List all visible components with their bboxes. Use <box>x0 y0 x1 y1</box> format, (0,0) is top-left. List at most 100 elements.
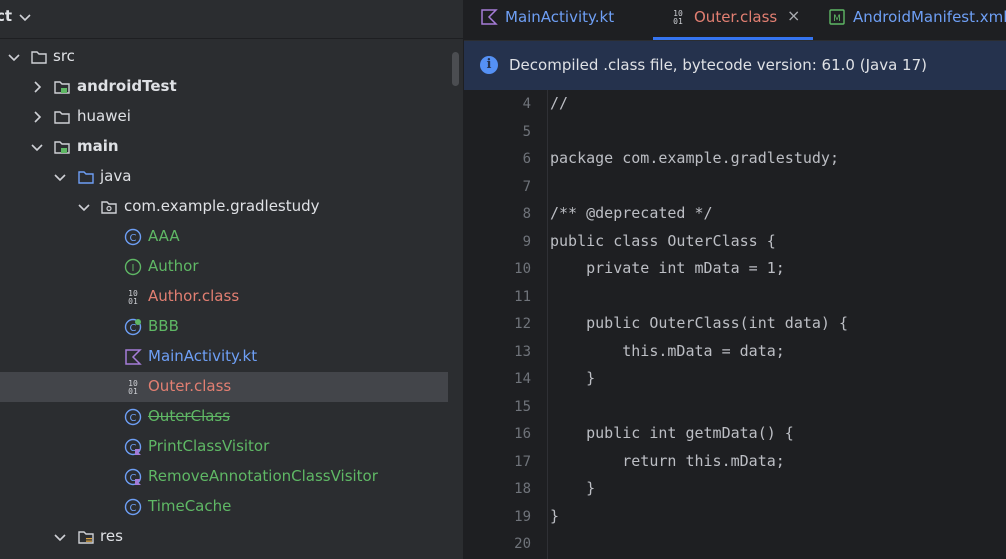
tree-item-label: Author.class <box>148 287 240 305</box>
chevron-down-icon[interactable] <box>53 170 67 184</box>
kotlin-file-icon <box>481 9 498 25</box>
tree-item-outerclass[interactable]: C OuterClass <box>0 402 448 432</box>
binary-class-icon: 1001 <box>128 289 138 306</box>
tree-item-label: Outer.class <box>148 377 232 395</box>
tree-item-aaa[interactable]: C AAA <box>0 222 448 252</box>
tree-item-outer-class[interactable]: 10 01 Outer.class <box>0 372 448 402</box>
code-line[interactable]: public class OuterClass { <box>550 232 776 250</box>
editor-tabs: MainActivity.kt 10 01 Outer.class × M And… <box>464 0 1006 41</box>
line-number: 8 <box>522 206 531 222</box>
tree-item-res[interactable]: res <box>0 522 448 552</box>
tree-item-label: java <box>100 167 132 185</box>
binary-class-icon: 1001 <box>128 379 138 396</box>
class-icon: C <box>124 468 142 486</box>
code-line[interactable]: private int mData = 1; <box>550 259 785 277</box>
code-line[interactable]: this.mData = data; <box>550 342 785 360</box>
line-number: 20 <box>514 536 531 552</box>
kotlin-file-icon <box>125 349 142 365</box>
tree-item-label: AAA <box>148 227 180 245</box>
chevron-down-icon[interactable] <box>18 10 32 24</box>
code-line[interactable]: /** @deprecated */ <box>550 204 713 222</box>
tree-item-label: main <box>77 137 119 155</box>
project-scrollbar[interactable] <box>452 52 459 86</box>
line-number: 18 <box>514 481 531 497</box>
folder-icon <box>31 51 47 64</box>
tree-item-label: PrintClassVisitor <box>148 437 270 455</box>
tree-item-java[interactable]: java <box>0 162 448 192</box>
tab-label: Outer.class <box>694 8 778 26</box>
class-icon: C <box>124 228 142 246</box>
line-number: 9 <box>522 234 531 250</box>
tab-outer-class[interactable]: 10 01 Outer.class × <box>653 0 813 40</box>
tab-mainactivity[interactable]: MainActivity.kt <box>480 0 650 40</box>
code-line[interactable]: } <box>550 369 595 387</box>
tree-item-removeannotationclassvisitor[interactable]: C RemoveAnnotationClassVisitor <box>0 462 448 492</box>
interface-icon: I <box>124 258 142 276</box>
code-line[interactable]: } <box>550 507 559 525</box>
code-line[interactable]: // <box>550 94 568 112</box>
tree-item-timecache[interactable]: C TimeCache <box>0 492 448 522</box>
tree-item-label: Author <box>148 257 199 275</box>
decompiled-banner: i Decompiled .class file, bytecode versi… <box>464 41 1006 90</box>
package-icon <box>101 201 117 214</box>
tree-item-src[interactable]: src <box>0 42 448 72</box>
line-number: 10 <box>514 261 531 277</box>
line-number: 6 <box>522 151 531 167</box>
tab-label: AndroidManifest.xml <box>853 8 1006 26</box>
tree-item-label: com.example.gradlestudy <box>124 197 320 215</box>
code-line[interactable]: package com.example.gradlestudy; <box>550 149 839 167</box>
line-number: 17 <box>514 454 531 470</box>
line-number: 4 <box>522 96 531 112</box>
tree-item-label: RemoveAnnotationClassVisitor <box>148 467 378 485</box>
tree-item-androidtest[interactable]: androidTest <box>0 72 448 102</box>
tree-item-label: huawei <box>77 107 131 125</box>
line-number: 16 <box>514 426 531 442</box>
chevron-right-icon[interactable] <box>30 110 44 124</box>
tree-item-author[interactable]: I Author <box>0 252 448 282</box>
code-line[interactable]: public OuterClass(int data) { <box>550 314 848 332</box>
svg-text:M: M <box>833 14 841 24</box>
code-line[interactable]: } <box>550 479 595 497</box>
tree-item-package[interactable]: com.example.gradlestudy <box>0 192 448 222</box>
line-number: 19 <box>514 509 531 525</box>
close-icon[interactable]: × <box>787 6 800 25</box>
source-folder-icon <box>78 171 94 184</box>
chevron-down-icon[interactable] <box>30 140 44 154</box>
class-icon: C <box>124 438 142 456</box>
tree-item-mainactivity[interactable]: MainActivity.kt <box>0 342 448 372</box>
line-number: 12 <box>514 316 531 332</box>
chevron-down-icon[interactable] <box>7 50 21 64</box>
line-number: 5 <box>522 124 531 140</box>
tree-item-huawei[interactable]: huawei <box>0 102 448 132</box>
code-line[interactable]: public int getmData() { <box>550 424 794 442</box>
chevron-right-icon[interactable] <box>30 80 44 94</box>
tree-item-label: MainActivity.kt <box>148 347 258 365</box>
tree-item-author-class[interactable]: 10 01 Author.class <box>0 282 448 312</box>
info-icon: i <box>480 56 498 74</box>
class-icon: C <box>124 498 142 516</box>
chevron-down-icon[interactable] <box>77 200 91 214</box>
tree-item-main[interactable]: main <box>0 132 448 162</box>
manifest-icon: M <box>829 9 845 25</box>
project-panel: ct src androidTest huawei main java com.… <box>0 0 463 559</box>
project-panel-title[interactable]: ct <box>0 7 12 25</box>
binary-class-icon: 1001 <box>673 9 683 26</box>
tree-item-label: BBB <box>148 317 179 335</box>
tree-item-label: TimeCache <box>148 497 232 515</box>
svg-text:01: 01 <box>128 297 138 306</box>
code-line[interactable]: return this.mData; <box>550 452 785 470</box>
tree-item-label: androidTest <box>77 77 177 95</box>
editor-area: MainActivity.kt 10 01 Outer.class × M And… <box>464 0 1006 559</box>
tree-item-printclassvisitor[interactable]: C PrintClassVisitor <box>0 432 448 462</box>
svg-text:01: 01 <box>128 387 138 396</box>
svg-text:C: C <box>130 233 137 244</box>
module-folder-icon <box>54 81 70 94</box>
chevron-down-icon[interactable] <box>53 530 67 544</box>
line-number: 7 <box>522 179 531 195</box>
line-number: 14 <box>514 371 531 387</box>
tree-item-label: OuterClass <box>148 407 231 425</box>
tree-item-bbb[interactable]: C BBB <box>0 312 448 342</box>
tab-androidmanifest[interactable]: M AndroidManifest.xml <box>828 0 1006 40</box>
indent-guide <box>547 90 548 559</box>
svg-text:C: C <box>130 413 137 424</box>
